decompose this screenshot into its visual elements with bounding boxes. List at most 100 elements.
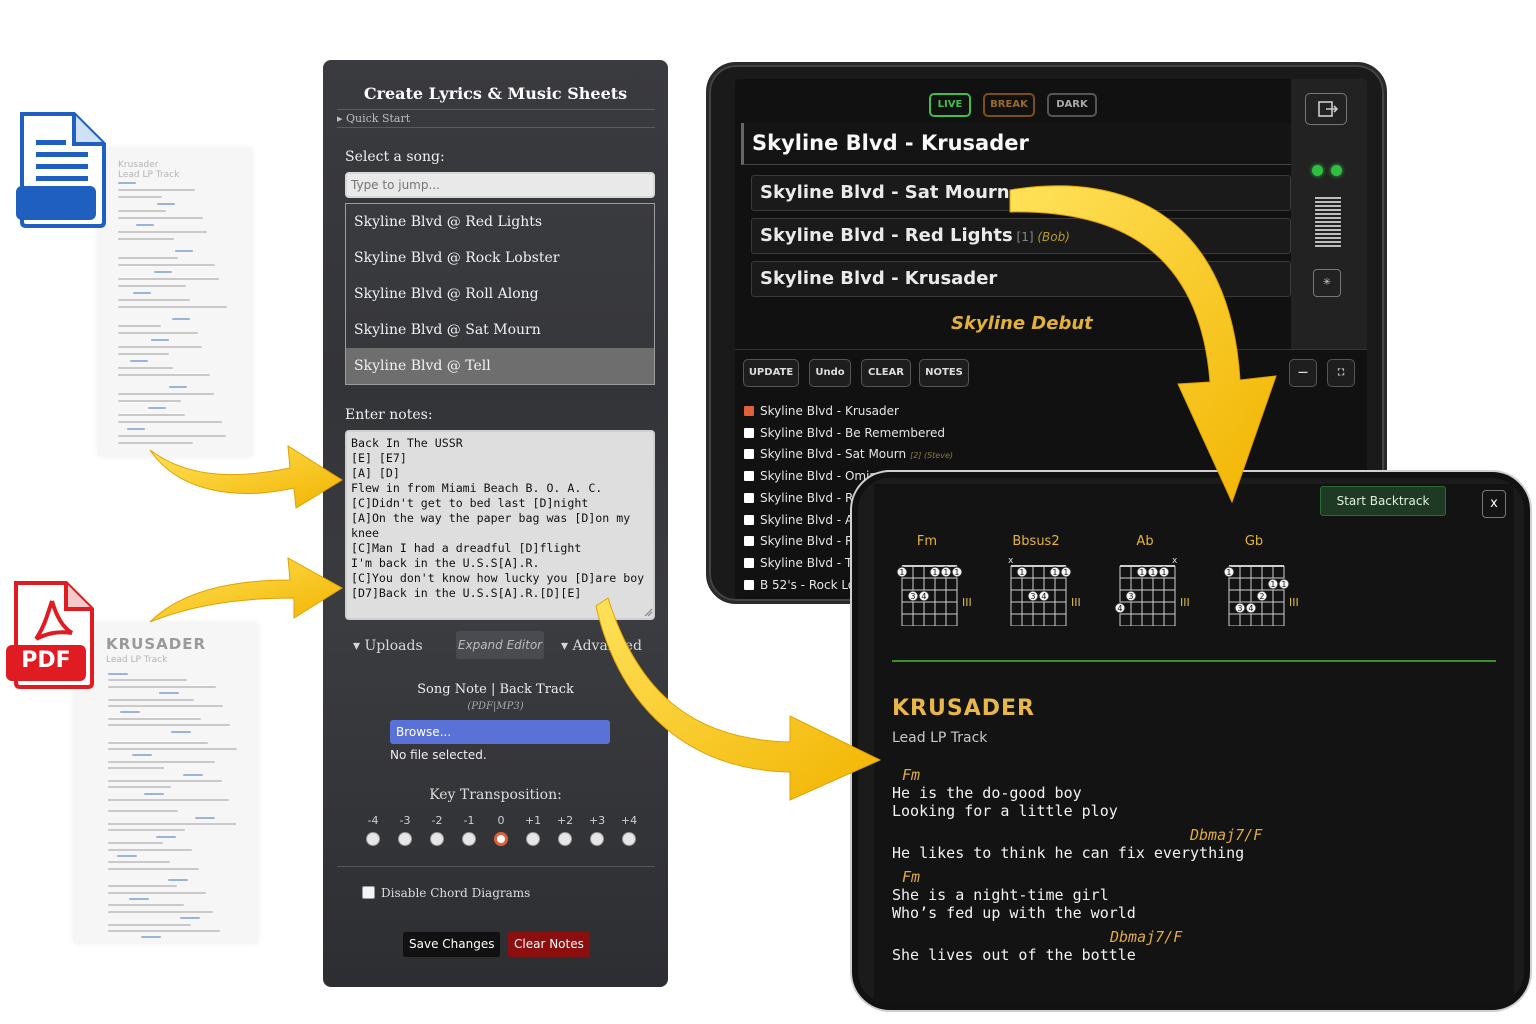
queue-item[interactable]: Skyline Blvd - Red Lights [1] (Bob): [751, 218, 1291, 254]
queue-item[interactable]: Skyline Blvd - Krusader: [751, 261, 1291, 297]
setlist-item[interactable]: Skyline Blvd - A N: [744, 510, 866, 530]
resize-grip-icon[interactable]: [643, 607, 653, 617]
doc-text-line: [118, 414, 185, 416]
settings-button[interactable]: ✳: [1313, 269, 1341, 297]
song-option[interactable]: Skyline Blvd @ Sat Mourn: [346, 312, 654, 348]
uploads-toggle[interactable]: ▾ Uploads: [353, 638, 423, 654]
svg-text:1: 1: [1281, 580, 1286, 589]
setlist-checkbox[interactable]: [744, 514, 754, 525]
doc-text-line: [129, 898, 149, 900]
svg-text:3: 3: [1128, 592, 1133, 601]
doc-text-line: [118, 238, 174, 240]
mode-live-button[interactable]: LIVE: [929, 93, 971, 117]
notes-button[interactable]: NOTES: [919, 359, 969, 387]
doc-text-line: [195, 816, 215, 819]
lyric-line: Who’s fed up with the world: [892, 904, 1136, 922]
chord-label: Dbmaj7/F: [1190, 826, 1263, 844]
meter-bar: [1315, 241, 1341, 243]
setlist-checkbox[interactable]: [744, 579, 754, 590]
key-radio[interactable]: [526, 832, 540, 846]
setlist-checkbox[interactable]: [744, 557, 754, 568]
doc-text-line: [157, 203, 175, 205]
queue-item-title: Skyline Blvd - Red Lights: [760, 225, 1013, 246]
doc-text-line: [118, 196, 162, 198]
doc-text-line: [127, 428, 145, 430]
key-radio[interactable]: [558, 832, 572, 846]
setlist-checkbox[interactable]: [744, 471, 754, 482]
svg-text:1: 1: [1226, 568, 1231, 577]
disable-chords-checkbox[interactable]: [362, 886, 375, 899]
key-radio[interactable]: [462, 832, 476, 846]
doc-text-line: [118, 367, 173, 369]
song-list[interactable]: Skyline Blvd @ Red Lights Skyline Blvd @ …: [345, 203, 655, 385]
undo-button[interactable]: Undo: [809, 359, 851, 387]
doc-text-line: [171, 730, 191, 733]
chord-diagram: x11134: [1008, 556, 1072, 626]
notes-textarea[interactable]: Back In The USSR [E] [E7] [A] [D] Flew i…: [345, 430, 655, 620]
album-title: Skyline Debut: [951, 313, 1093, 334]
song-option[interactable]: Skyline Blvd @ Red Lights: [346, 204, 654, 240]
setlist-checkbox[interactable]: [744, 449, 754, 460]
sheet-title: KRUSADER: [892, 696, 1035, 721]
key-radio[interactable]: [494, 832, 508, 846]
quick-start-toggle[interactable]: ▸ Quick Start: [337, 109, 655, 128]
volume-meter[interactable]: [1315, 197, 1341, 249]
setlist-item[interactable]: Skyline Blvd - Sat Mourn [2] (Steve): [744, 444, 953, 464]
expand-editor-button[interactable]: Expand Editor: [456, 631, 544, 659]
section-divider: [892, 660, 1496, 662]
song-option[interactable]: Skyline Blvd @ Rock Lobster: [346, 240, 654, 276]
setlist-item[interactable]: Skyline Blvd - Tell: [744, 553, 864, 573]
update-button[interactable]: UPDATE: [743, 359, 799, 387]
key-radio[interactable]: [366, 832, 380, 846]
fullscreen-button[interactable]: ⛶: [1327, 359, 1355, 387]
song-search-input[interactable]: [345, 172, 655, 198]
doc-text-line: [108, 842, 163, 845]
lyric-line: Looking for a little ploy: [892, 802, 1118, 820]
minimize-button[interactable]: —: [1289, 359, 1317, 387]
doc-text-line: [118, 421, 222, 423]
key-radio[interactable]: [590, 832, 604, 846]
setlist-item[interactable]: Skyline Blvd - Be Remembered: [744, 423, 945, 443]
lyric-line: He likes to think he can fix everything: [892, 844, 1245, 862]
key-radio[interactable]: [622, 832, 636, 846]
key-value-label: -3: [399, 814, 411, 827]
mode-break-button[interactable]: BREAK: [983, 93, 1035, 117]
setlist-checkbox[interactable]: [744, 406, 754, 416]
key-radio[interactable]: [430, 832, 444, 846]
chord-name: Ab: [1136, 534, 1154, 549]
queue-item[interactable]: Skyline Blvd - Sat Mourn [2] (Steve): [751, 175, 1291, 211]
meter-bar: [1315, 237, 1341, 239]
svg-text:1: 1: [1052, 568, 1057, 577]
setlist-checkbox[interactable]: [744, 427, 754, 438]
setlist-checkbox[interactable]: [744, 492, 754, 503]
song-option[interactable]: Skyline Blvd @ Tell: [346, 348, 654, 384]
close-button[interactable]: x: [1482, 490, 1506, 518]
svg-text:2: 2: [1259, 592, 1264, 601]
advanced-toggle[interactable]: ▾ Advanced: [561, 638, 642, 654]
setlist-checkbox[interactable]: [744, 536, 754, 547]
mode-dark-button[interactable]: DARK: [1047, 93, 1097, 117]
txt-doc-title: Krusader: [118, 160, 159, 170]
clear-notes-button[interactable]: Clear Notes: [508, 932, 590, 957]
setlist-item[interactable]: Skyline Blvd - Krusader: [744, 401, 899, 421]
upload-heading: Song Note | Back Track: [417, 682, 574, 697]
svg-text:3: 3: [1237, 604, 1242, 613]
doc-text-line: [118, 182, 136, 184]
doc-text-line: [108, 891, 206, 894]
doc-text-line: [108, 930, 220, 932]
start-backtrack-button[interactable]: Start Backtrack: [1320, 486, 1446, 516]
meter-bar: [1315, 233, 1341, 235]
song-option[interactable]: Skyline Blvd @ Roll Along: [346, 276, 654, 312]
select-song-label: Select a song:: [345, 149, 445, 165]
setlist-item[interactable]: Skyline Blvd - Roll: [744, 531, 867, 551]
setlist-item[interactable]: Skyline Blvd - Red: [744, 488, 868, 508]
doc-text-line: [130, 360, 148, 362]
save-changes-button[interactable]: Save Changes: [403, 932, 501, 957]
exit-button[interactable]: [1305, 93, 1347, 125]
doc-text-line: [108, 698, 194, 701]
doc-text-line: [108, 767, 164, 770]
key-radio[interactable]: [398, 832, 412, 846]
browse-button[interactable]: Browse...: [390, 720, 610, 744]
pdf-badge: PDF: [21, 648, 71, 673]
clear-button[interactable]: CLEAR: [861, 359, 911, 387]
